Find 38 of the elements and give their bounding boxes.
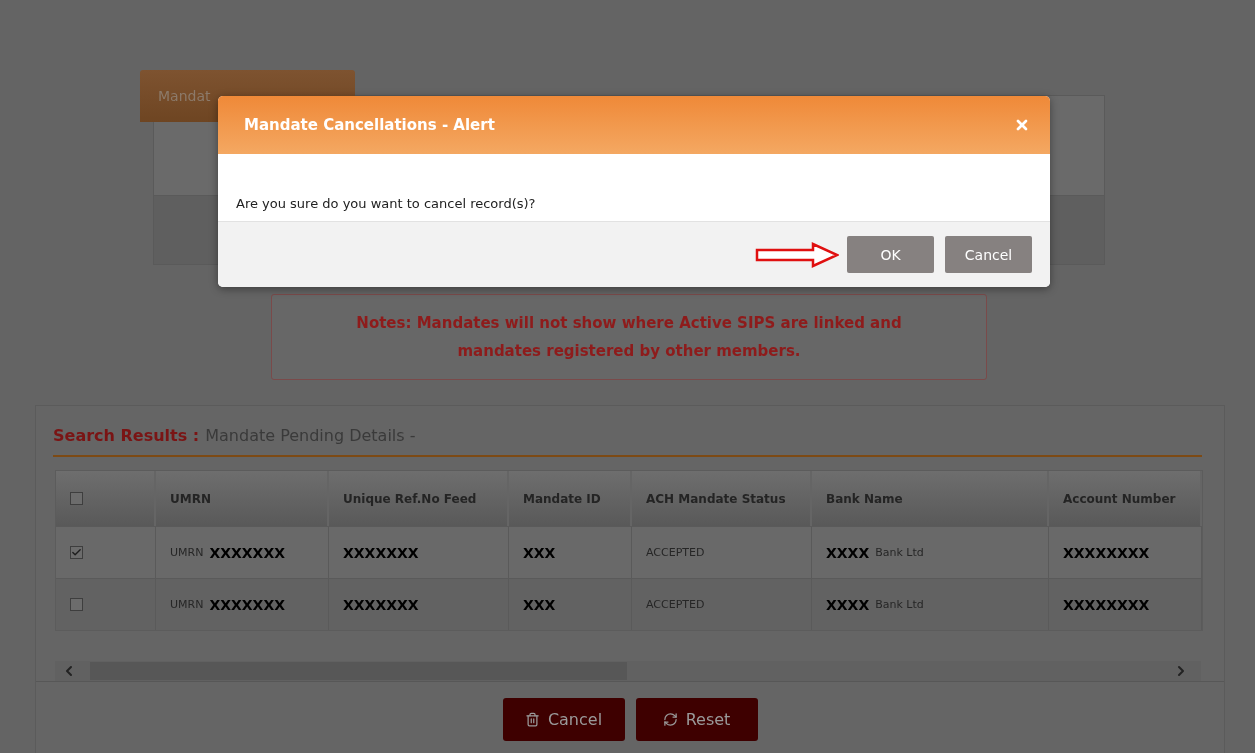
masked-account: XXXXXXXX — [1063, 596, 1150, 613]
cancel-button[interactable]: Cancel — [945, 236, 1032, 273]
column-header: Unique Ref.No Feed — [329, 471, 509, 526]
trash-icon — [524, 712, 540, 727]
masked-bank-code: XXXX — [826, 596, 870, 613]
refresh-icon — [662, 712, 678, 727]
masked-ref: XXXXXXX — [343, 544, 419, 561]
ok-button[interactable]: OK — [847, 236, 934, 273]
masked-mandate-id: XXX — [523, 596, 556, 613]
results-heading: Search Results : — [53, 426, 200, 445]
status-text: ACCEPTED — [646, 546, 705, 559]
masked-umrn: XXXXXXX — [209, 544, 285, 561]
masked-account: XXXXXXXX — [1063, 544, 1150, 561]
column-header: UMRN — [156, 471, 329, 526]
masked-umrn: XXXXXXX — [209, 596, 285, 613]
dialog-title: Mandate Cancellations - Alert — [244, 116, 495, 134]
column-header: ACH Mandate Status — [632, 471, 812, 526]
row-checkbox[interactable] — [70, 546, 83, 559]
column-header: Mandate ID — [509, 471, 632, 526]
masked-bank-code: XXXX — [826, 544, 870, 561]
horizontal-scrollbar[interactable] — [55, 661, 1201, 681]
column-header: Bank Name — [812, 471, 1049, 526]
umrn-label: UMRN — [170, 546, 204, 559]
dialog-message: Are you sure do you want to cancel record(s)? — [236, 196, 536, 211]
bank-name: Bank Ltd — [875, 598, 924, 611]
masked-mandate-id: XXX — [523, 544, 556, 561]
notes-text: Notes: Mandates will not show where Active SIPS are linked and mandates registered by other members. — [271, 294, 987, 380]
cancel-button[interactable]: Cancel — [502, 698, 625, 741]
arrow-icon — [755, 241, 839, 268]
status-text: ACCEPTED — [646, 598, 705, 611]
reset-button[interactable]: Reset — [635, 698, 758, 741]
row-checkbox[interactable] — [70, 598, 83, 611]
select-all-checkbox[interactable] — [70, 492, 83, 505]
bank-name: Bank Ltd — [875, 546, 924, 559]
close-button[interactable] — [1014, 117, 1030, 133]
masked-ref: XXXXXXX — [343, 596, 419, 613]
column-header: Account Number — [1049, 471, 1202, 526]
umrn-label: UMRN — [170, 598, 204, 611]
